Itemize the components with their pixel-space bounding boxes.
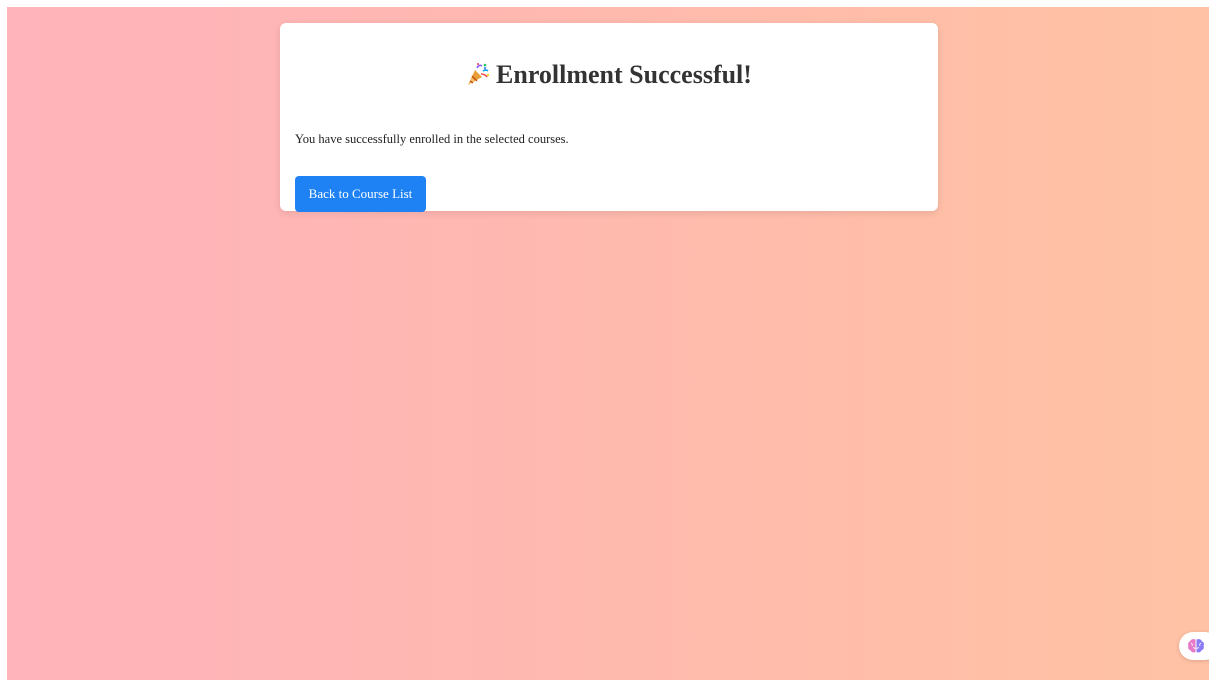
party-popper-icon: [466, 60, 490, 85]
page-title: Enrollment Successful!: [280, 57, 938, 93]
back-to-course-list-button[interactable]: Back to Course List: [295, 176, 426, 212]
assistant-floating-button[interactable]: [1179, 632, 1209, 660]
enrollment-success-card: Enrollment Successful! You have successf…: [280, 23, 938, 212]
success-message: You have successfully enrolled in the se…: [295, 132, 569, 146]
title-text: Enrollment Successful!: [496, 60, 752, 89]
page-background: Enrollment Successful! You have successf…: [7, 7, 1209, 680]
brain-icon: [1188, 639, 1204, 653]
